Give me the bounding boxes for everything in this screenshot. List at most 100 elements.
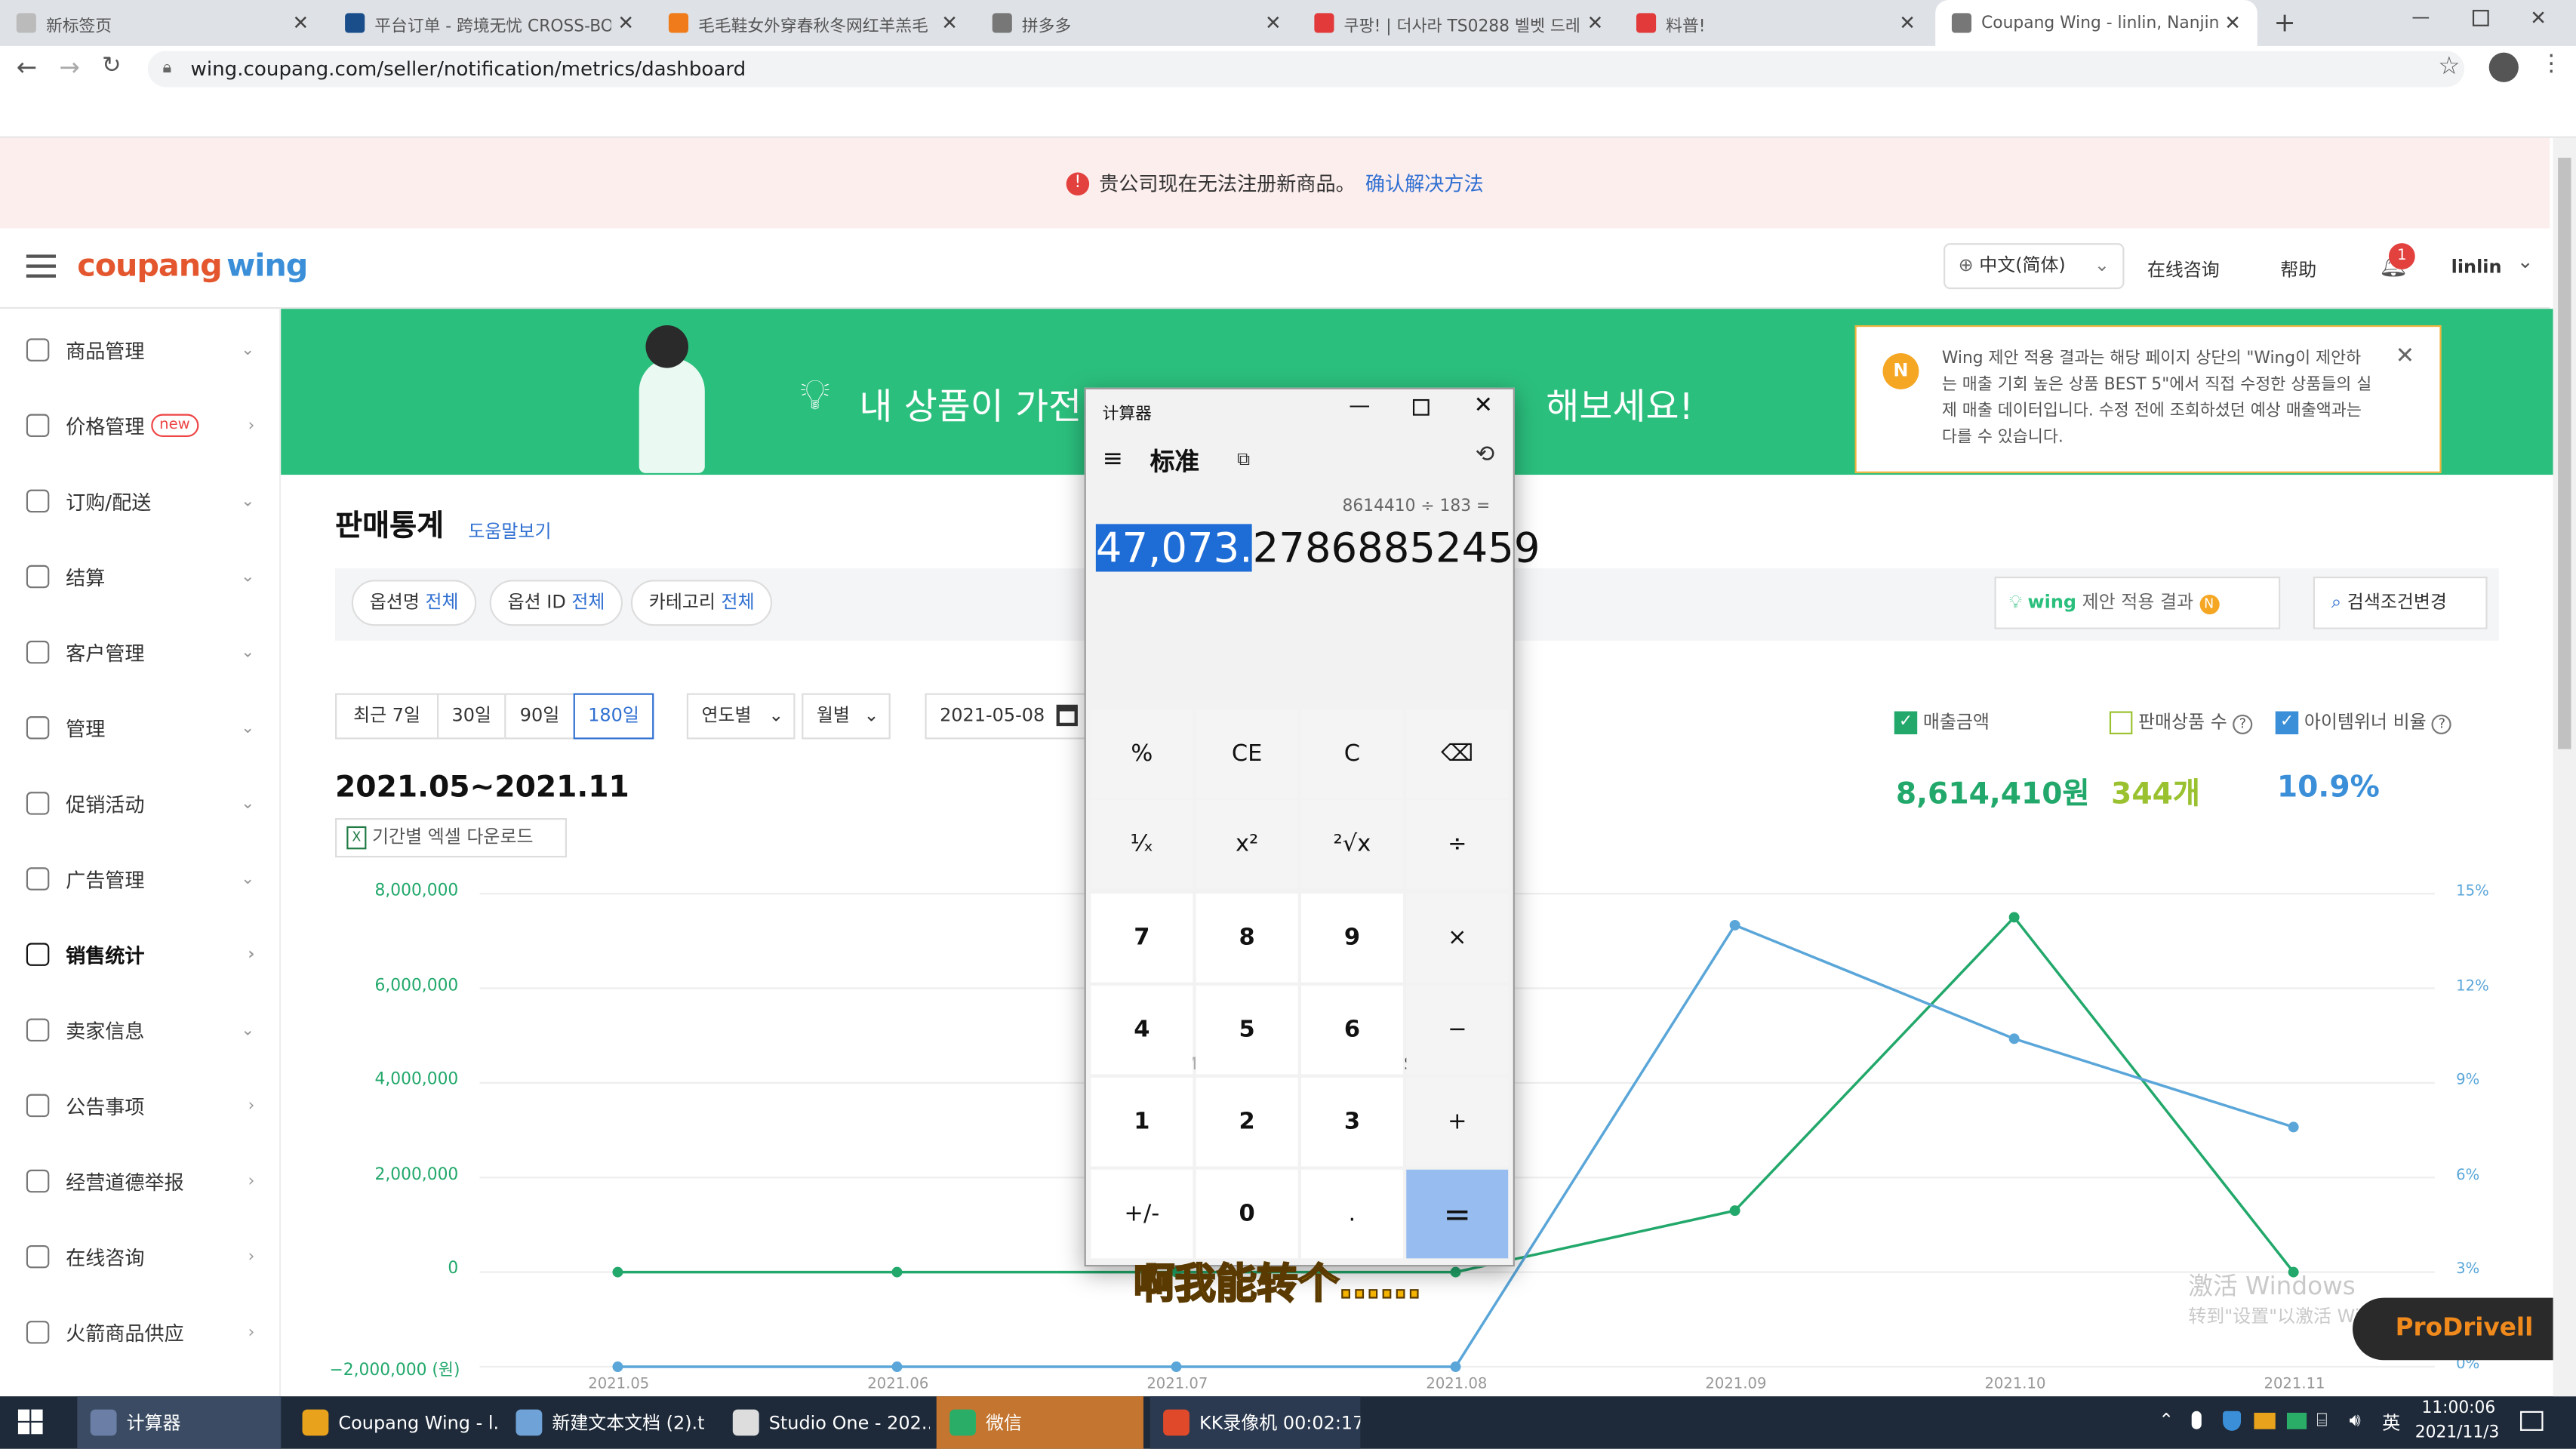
keep-on-top-icon[interactable]: ⧉ <box>1237 448 1250 471</box>
browser-tab[interactable]: 料普! ✕ <box>1620 0 1932 46</box>
calc-key[interactable]: % <box>1091 709 1193 798</box>
tray-chevron-icon[interactable]: ⌃ <box>2159 1410 2174 1431</box>
calc-key[interactable]: 2 <box>1196 1077 1298 1167</box>
calc-key[interactable]: − <box>1406 986 1509 1075</box>
close-icon[interactable]: ✕ <box>941 11 958 34</box>
calc-key[interactable]: 1 <box>1091 1077 1193 1167</box>
calc-key[interactable]: 7 <box>1091 894 1193 983</box>
calc-key[interactable]: 5 <box>1196 986 1298 1075</box>
sidebar-item[interactable]: 销售统计 › <box>0 917 281 992</box>
calc-key[interactable]: . <box>1300 1169 1403 1259</box>
sidebar-item[interactable]: 在线咨询 › <box>0 1219 281 1294</box>
search-condition-button[interactable]: ⌕ 검색조건변경 <box>2313 577 2488 629</box>
minimize-icon[interactable]: — <box>1349 394 1370 419</box>
calc-key[interactable]: × <box>1406 894 1509 983</box>
taskbar-item[interactable]: Studio One - 202... <box>719 1396 930 1449</box>
period-90d[interactable]: 90일 <box>504 693 575 740</box>
sidebar-item[interactable]: 价格管理 new › <box>0 388 281 463</box>
menu-dots-icon[interactable]: ⋮ <box>2540 51 2562 77</box>
hamburger-icon[interactable] <box>26 254 57 278</box>
period-180d[interactable]: 180일 <box>573 693 654 740</box>
header-consult[interactable]: 在线咨询 <box>2147 257 2220 283</box>
language-select[interactable]: ⊕ 中文(简体) ⌄ <box>1944 243 2125 290</box>
taskbar-item[interactable]: KK录像机 00:02:17 <box>1150 1396 1361 1449</box>
back-icon[interactable]: ← <box>17 53 37 82</box>
calc-key[interactable]: CE <box>1196 709 1298 798</box>
sidebar-item[interactable]: 管理 ⌄ <box>0 690 281 765</box>
close-icon[interactable]: ✕ <box>1265 11 1282 34</box>
browser-tab[interactable]: 毛毛鞋女外穿春秋冬网红羊羔毛 ✕ <box>652 0 974 46</box>
close-icon[interactable]: ✕ <box>2396 343 2415 370</box>
sidebar-item[interactable]: 火箭商品供应 › <box>0 1294 281 1370</box>
calc-key[interactable]: 6 <box>1300 986 1403 1075</box>
sidebar-item[interactable]: 公告事项 › <box>0 1068 281 1143</box>
taskbar-item[interactable]: 微信 <box>936 1396 1143 1449</box>
calc-key[interactable]: 3 <box>1300 1077 1403 1167</box>
user-name[interactable]: linlin <box>2451 257 2502 278</box>
calc-menu-icon[interactable]: ≡ <box>1103 444 1123 473</box>
sidebar-item[interactable]: 订购/配送 ⌄ <box>0 463 281 539</box>
sidebar-item[interactable]: 客户管理 ⌄ <box>0 614 281 690</box>
taskbar-item[interactable]: 计算器 <box>77 1396 282 1449</box>
wing-result-button[interactable]: 💡︎ wing 제안 적용 결과 N <box>1994 577 2281 629</box>
maximize-icon[interactable] <box>1412 398 1430 416</box>
calc-key[interactable]: C <box>1300 709 1403 798</box>
filter-category[interactable]: 카테고리 전체 <box>630 580 773 626</box>
close-icon[interactable]: ✕ <box>1474 392 1494 419</box>
window-restore-icon[interactable] <box>2472 10 2489 26</box>
page-scrollbar[interactable] <box>2553 137 2576 1397</box>
calc-key[interactable]: 9 <box>1300 894 1403 983</box>
history-icon[interactable]: ⟲ <box>1476 442 1495 469</box>
calc-key[interactable]: + <box>1406 1077 1509 1167</box>
legend-winner[interactable]: ✓ 아이템위너 비율 ? <box>2275 708 2452 734</box>
close-icon[interactable]: ✕ <box>292 11 309 34</box>
calculator-window[interactable]: 计算器 — ✕ ≡ 标准 ⧉ ⟲ 8614410 ÷ 183 = 47,073.… <box>1084 387 1540 1267</box>
sidebar-item[interactable]: 卖家信息 ⌄ <box>0 992 281 1068</box>
calc-key[interactable]: 4 <box>1091 986 1193 1075</box>
date-input[interactable]: 2021-05-08 <box>925 693 1086 740</box>
bookmark-star-icon[interactable]: ☆ <box>2438 51 2460 80</box>
close-icon[interactable]: ✕ <box>1899 11 1916 34</box>
sidebar-item[interactable]: 商品管理 ⌄ <box>0 312 281 388</box>
close-icon[interactable]: ✕ <box>617 11 634 34</box>
month-select[interactable]: 월별 ⌄ <box>802 693 891 740</box>
taskbar-item[interactable]: 新建文本文档 (2).t... <box>503 1396 706 1449</box>
browser-tab[interactable]: 拼多多 ✕ <box>976 0 1298 46</box>
taskbar-item[interactable]: Coupang Wing - l... <box>289 1396 500 1449</box>
calc-key[interactable]: ÷ <box>1406 800 1509 889</box>
calc-key[interactable]: +/- <box>1091 1169 1193 1259</box>
filter-option-id[interactable]: 옵션 ID 전체 <box>489 580 623 626</box>
scrollbar-thumb[interactable] <box>2558 157 2571 749</box>
user-chevron-icon[interactable]: ⌄ <box>2517 250 2534 272</box>
excel-download-button[interactable]: X 기간별 엑셀 다운로드 <box>335 817 567 858</box>
sidebar-item[interactable]: 结算 ⌄ <box>0 539 281 614</box>
sidebar-item[interactable]: 经营道德举报 › <box>0 1143 281 1219</box>
new-tab-icon[interactable]: + <box>2274 7 2296 38</box>
browser-tab[interactable]: 쿠팡! | 더사라 TS0288 벨벳 드레 ✕ <box>1298 0 1620 46</box>
legend-sales[interactable]: ✓ 매출금액 <box>1894 708 1990 734</box>
sidebar-item[interactable]: 促销活动 ⌄ <box>0 765 281 841</box>
notification-center-icon[interactable] <box>2520 1411 2544 1431</box>
calc-key[interactable]: ¹⁄ₓ <box>1091 800 1193 889</box>
calc-key[interactable]: 0 <box>1196 1169 1298 1259</box>
calc-key[interactable]: x² <box>1196 800 1298 889</box>
browser-tab[interactable]: Coupang Wing - linlin, Nanjin ✕ <box>1935 0 2257 46</box>
header-help[interactable]: 帮助 <box>2280 257 2316 283</box>
ime-indicator[interactable]: 英 <box>2382 1410 2400 1436</box>
reload-icon[interactable]: ↻ <box>102 53 122 79</box>
url-field[interactable]: 🔒︎ wing.coupang.com/seller/notification/… <box>147 51 2465 88</box>
logo[interactable]: coupang wing <box>77 248 308 285</box>
windows-start-icon[interactable] <box>17 1409 45 1436</box>
banner-link[interactable]: 确认解决方法 <box>1365 169 1484 197</box>
close-icon[interactable]: ✕ <box>2224 11 2241 34</box>
period-30d[interactable]: 30일 <box>437 693 506 740</box>
forward-icon[interactable]: → <box>59 53 79 82</box>
period-7d[interactable]: 최근 7일 <box>335 693 439 740</box>
calc-key[interactable]: 8 <box>1196 894 1298 983</box>
calc-key[interactable]: ²√x <box>1300 800 1403 889</box>
window-close-icon[interactable]: ✕ <box>2530 7 2547 29</box>
window-minimize-icon[interactable]: — <box>2411 7 2430 28</box>
sidebar-item[interactable]: 广告管理 ⌄ <box>0 841 281 916</box>
browser-tab[interactable]: 新标签页 ✕ <box>0 0 325 46</box>
filter-option-name[interactable]: 옵션명 전체 <box>351 580 477 626</box>
